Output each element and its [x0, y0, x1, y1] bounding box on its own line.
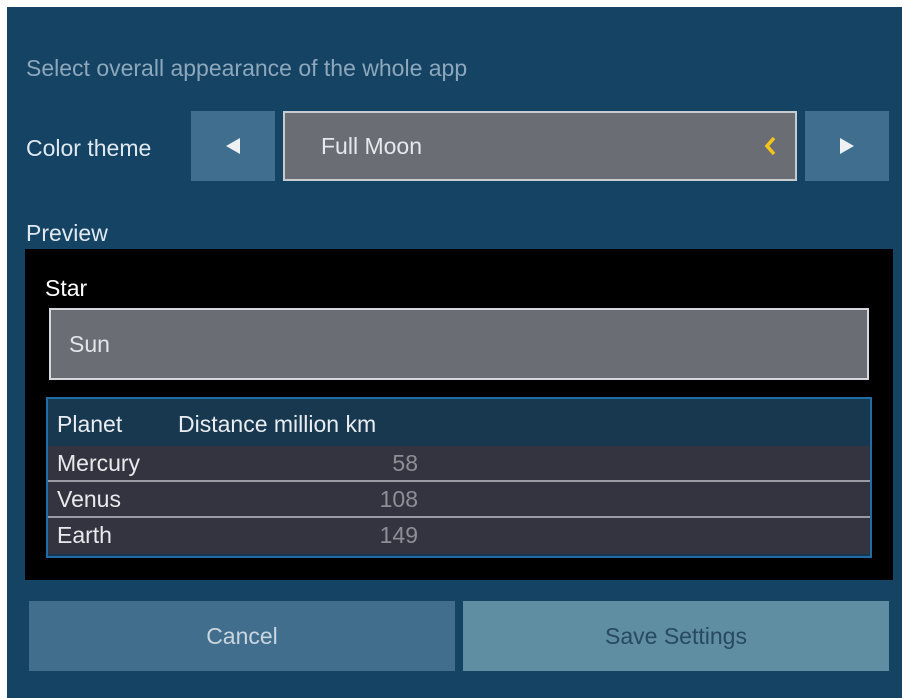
- planet-distance: 108: [379, 486, 418, 512]
- planet-distance: 149: [379, 522, 418, 548]
- appearance-description: Select overall appearance of the whole a…: [26, 55, 468, 81]
- color-theme-value: Full Moon: [321, 132, 422, 159]
- table-row[interactable]: Venus 108: [48, 482, 870, 518]
- cancel-button-label: Cancel: [206, 622, 278, 649]
- table-row[interactable]: Earth 149: [48, 518, 870, 554]
- next-theme-button[interactable]: [805, 111, 889, 181]
- column-header-planet[interactable]: Planet: [57, 411, 122, 438]
- column-header-distance[interactable]: Distance million km: [178, 411, 376, 438]
- table-header: Planet Distance million km: [48, 399, 870, 446]
- table-row[interactable]: Mercury 58: [48, 446, 870, 482]
- chevron-left-icon: [764, 136, 776, 156]
- color-theme-select[interactable]: Full Moon: [283, 111, 797, 181]
- color-theme-label: Color theme: [26, 135, 152, 161]
- planet-name: Venus: [57, 486, 121, 512]
- triangle-left-icon: [226, 138, 240, 154]
- planet-distance: 58: [392, 450, 418, 476]
- planet-name: Mercury: [57, 450, 141, 476]
- preview-panel: Star Sun Planet Distance million km Merc…: [25, 249, 893, 580]
- star-label: Star: [45, 275, 88, 301]
- save-settings-button[interactable]: Save Settings: [463, 601, 889, 671]
- cancel-button[interactable]: Cancel: [29, 601, 455, 671]
- planet-name: Earth: [57, 522, 112, 548]
- previous-theme-button[interactable]: [191, 111, 275, 181]
- save-settings-button-label: Save Settings: [605, 622, 747, 649]
- settings-dialog: Select overall appearance of the whole a…: [7, 7, 902, 698]
- triangle-right-icon: [840, 138, 854, 154]
- planet-table: Planet Distance million km Mercury 58 Ve…: [46, 397, 872, 558]
- preview-label: Preview: [26, 220, 108, 246]
- star-value: Sun: [69, 330, 110, 357]
- star-field[interactable]: Sun: [49, 308, 869, 380]
